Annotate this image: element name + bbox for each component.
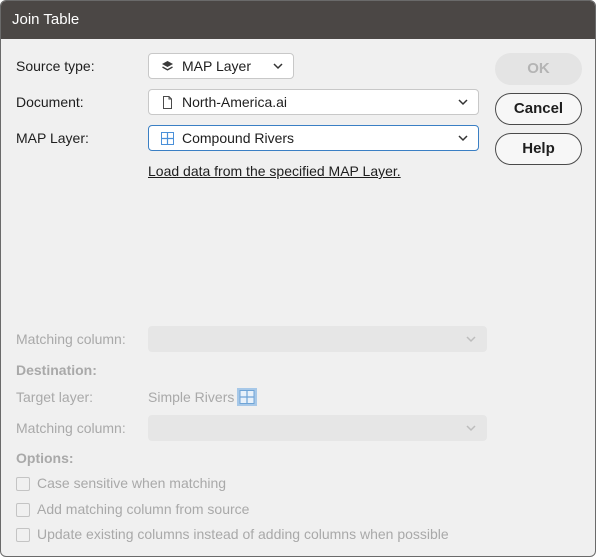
add-matching-column-label: Add matching column from source	[37, 501, 250, 517]
map-layer-label: MAP Layer:	[16, 130, 89, 146]
options-heading: Options:	[16, 450, 74, 466]
add-matching-column-checkbox[interactable]	[16, 503, 30, 517]
update-existing-columns-label: Update existing columns instead of addin…	[37, 526, 449, 542]
map-layer-dropdown[interactable]: Compound Rivers	[148, 125, 479, 151]
chevron-down-icon	[466, 425, 476, 432]
layers-icon	[162, 61, 173, 71]
destination-heading: Destination:	[16, 362, 97, 378]
ok-button[interactable]: OK	[495, 53, 582, 85]
case-sensitive-checkbox[interactable]	[16, 477, 30, 491]
cancel-button[interactable]: Cancel	[495, 93, 582, 125]
source-type-value: MAP Layer	[182, 58, 251, 74]
title-bar[interactable]: Join Table	[1, 1, 595, 39]
help-button[interactable]: Help	[495, 133, 582, 165]
source-matching-column-label: Matching column:	[16, 331, 126, 347]
document-label: Document:	[16, 94, 84, 110]
target-layer-label: Target layer:	[16, 389, 94, 405]
chevron-down-icon	[458, 99, 468, 106]
source-type-dropdown[interactable]: MAP Layer	[148, 53, 294, 79]
document-dropdown[interactable]: North-America.ai	[148, 89, 479, 115]
map-layer-icon	[237, 388, 257, 406]
load-data-link[interactable]: Load data from the specified MAP Layer.	[148, 163, 401, 179]
target-matching-column-label: Matching column:	[16, 420, 126, 436]
source-matching-column-dropdown[interactable]	[148, 326, 487, 352]
source-type-label: Source type:	[16, 58, 95, 74]
case-sensitive-label: Case sensitive when matching	[37, 475, 227, 491]
update-existing-columns-checkbox[interactable]	[16, 528, 30, 542]
target-layer-value: Simple Rivers	[148, 389, 235, 405]
target-matching-column-dropdown[interactable]	[148, 415, 487, 441]
dialog-title: Join Table	[12, 11, 80, 28]
document-icon	[163, 96, 172, 109]
chevron-down-icon	[458, 135, 468, 142]
chevron-down-icon	[273, 63, 283, 70]
map-layer-value: Compound Rivers	[182, 130, 295, 146]
chevron-down-icon	[466, 336, 476, 343]
document-value: North-America.ai	[182, 94, 288, 110]
map-layer-icon	[161, 132, 174, 145]
join-table-dialog: Join Table Source type: MAP Layer Docume…	[0, 0, 596, 557]
